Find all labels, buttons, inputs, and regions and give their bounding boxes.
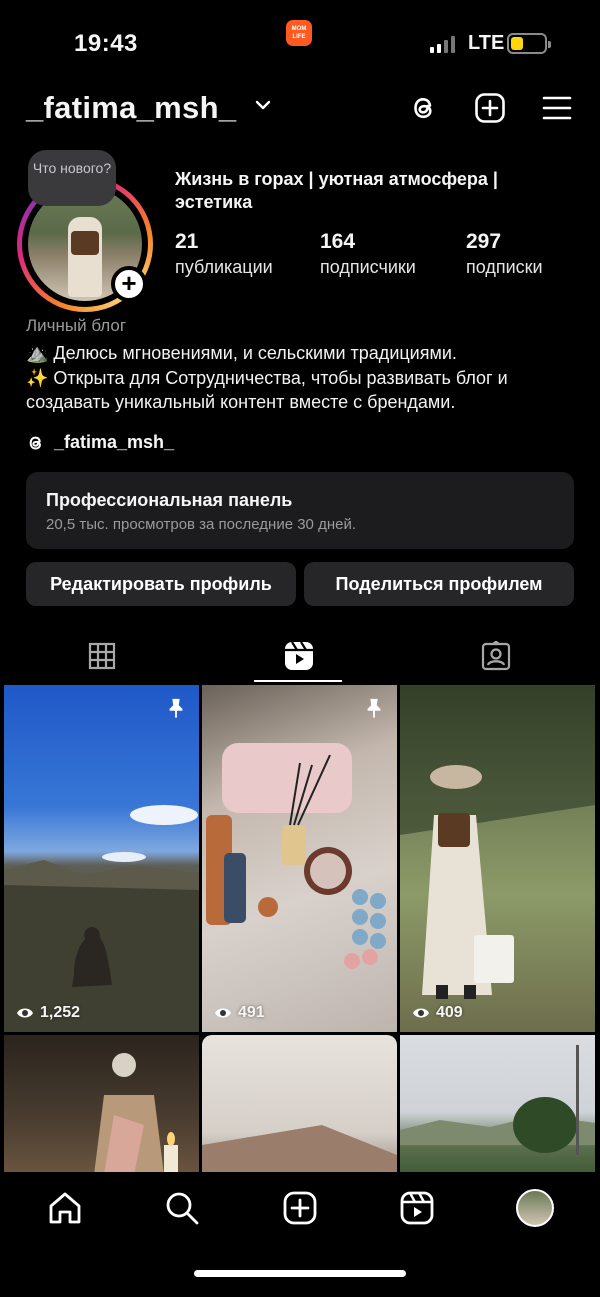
- threads-icon[interactable]: [408, 92, 440, 124]
- reel-thumbnail[interactable]: [4, 1035, 199, 1175]
- share-profile-button[interactable]: Поделиться профилем: [304, 562, 574, 606]
- profile-category: Личный блог: [26, 316, 127, 335]
- view-count: 491: [214, 1004, 265, 1022]
- landscape-image: [4, 805, 199, 1032]
- reel-thumbnail[interactable]: 491: [202, 685, 397, 1032]
- profile-name: Жизнь в горах | уютная атмосфера | эстет…: [175, 169, 498, 212]
- reel-thumbnail[interactable]: 1,252: [4, 685, 199, 1032]
- stat-value: 21: [175, 230, 199, 253]
- add-story-icon[interactable]: +: [111, 266, 147, 302]
- menu-icon[interactable]: [541, 92, 573, 124]
- tab-tagged[interactable]: [396, 630, 596, 682]
- tagged-icon: [481, 641, 511, 671]
- eye-icon: [215, 1008, 231, 1018]
- reels-nav-icon[interactable]: [399, 1190, 435, 1226]
- eye-icon: [17, 1008, 33, 1018]
- profile-header: _fatima_msh_: [0, 86, 600, 134]
- status-bar: 19:43 MOM LIFE LTE: [0, 0, 600, 80]
- reel-thumbnail[interactable]: [202, 1035, 397, 1175]
- bottom-navigation: [0, 1172, 600, 1297]
- note-text: Что нового?: [32, 160, 112, 176]
- profile-bio: ⛰️ Делюсь мгновениями, и сельскими тради…: [26, 341, 586, 415]
- pin-icon: [367, 698, 381, 719]
- profile-avatar[interactable]: [516, 1189, 554, 1227]
- grid-icon: [88, 642, 116, 670]
- view-count: 1,252: [16, 1004, 80, 1022]
- eye-icon: [413, 1008, 429, 1018]
- stat-label: публикации: [175, 257, 273, 277]
- view-count: 409: [412, 1004, 463, 1022]
- create-icon[interactable]: [282, 1190, 318, 1226]
- pin-icon: [169, 698, 183, 719]
- stat-posts[interactable]: 21 публикации: [175, 230, 273, 278]
- home-indicator: [194, 1270, 406, 1277]
- threads-profile-link[interactable]: _fatima_msh_: [26, 432, 174, 453]
- threads-handle: _fatima_msh_: [54, 432, 175, 452]
- bio-line: ⛰️ Делюсь мгновениями, и сельскими тради…: [26, 343, 457, 363]
- candle-decor-image: [94, 1053, 178, 1175]
- view-count-text: 409: [436, 1004, 463, 1021]
- tab-reels[interactable]: [199, 630, 399, 682]
- reels-icon: [285, 641, 313, 670]
- pro-panel-title: Профессиональная панель: [46, 490, 293, 510]
- profile-tabs: [0, 630, 600, 682]
- pro-panel-subtitle: 20,5 тыс. просмотров за последние 30 дне…: [46, 516, 356, 533]
- cosmetics-image: [206, 743, 386, 969]
- stat-label: подписки: [466, 257, 543, 277]
- search-icon[interactable]: [164, 1190, 200, 1226]
- reel-thumbnail[interactable]: 409: [400, 685, 595, 1032]
- signal-icon: [430, 36, 455, 53]
- stat-followers[interactable]: 164 подписчики: [320, 230, 416, 278]
- view-count-text: 491: [238, 1004, 265, 1021]
- chevron-down-icon[interactable]: [254, 96, 272, 114]
- village-image: [400, 1045, 595, 1155]
- battery-icon: [507, 33, 551, 54]
- tab-grid[interactable]: [2, 630, 202, 682]
- woman-in-field-image: [400, 685, 595, 999]
- view-count-text: 1,252: [40, 1004, 81, 1021]
- note-bubble[interactable]: Что нового?: [28, 150, 116, 206]
- app-badge-icon: MOM LIFE: [286, 20, 312, 46]
- professional-dashboard[interactable]: Профессиональная панель 20,5 тыс. просмо…: [26, 472, 574, 549]
- bio-line: ✨ Открыта для Сотрудничества, чтобы разв…: [26, 367, 508, 413]
- threads-small-icon: [29, 436, 41, 450]
- home-icon[interactable]: [47, 1190, 83, 1226]
- stat-label: подписчики: [320, 257, 416, 277]
- active-tab-indicator: [254, 680, 342, 682]
- network-label: LTE: [468, 32, 505, 54]
- stat-following[interactable]: 297 подписки: [466, 230, 543, 278]
- stat-value: 297: [466, 230, 502, 253]
- edit-profile-button[interactable]: Редактировать профиль: [26, 562, 296, 606]
- new-post-icon[interactable]: [474, 92, 506, 124]
- status-time: 19:43: [74, 30, 138, 57]
- reel-thumbnail[interactable]: [400, 1035, 595, 1175]
- username-title[interactable]: _fatima_msh_: [26, 90, 236, 126]
- paper-image: [202, 1125, 397, 1175]
- stat-value: 164: [320, 230, 356, 253]
